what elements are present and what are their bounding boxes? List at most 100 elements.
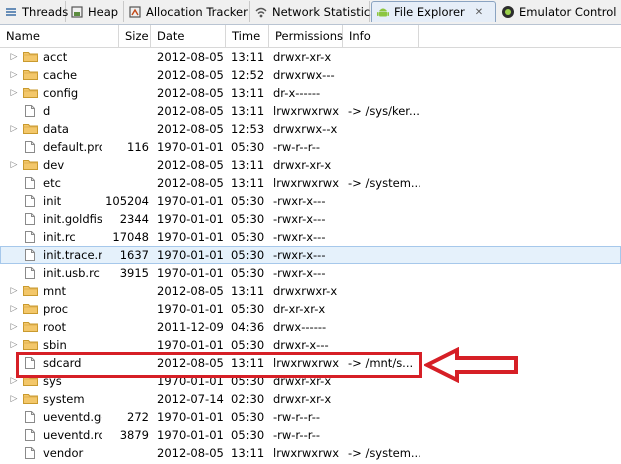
column-header-size[interactable]: Size <box>119 25 151 47</box>
column-header-date[interactable]: Date <box>151 25 226 47</box>
threads-icon <box>4 5 18 19</box>
file-permissions: lrwxrwxrwx <box>273 446 340 460</box>
column-header-name[interactable]: Name <box>0 25 119 47</box>
file-size: 1637 <box>119 248 149 262</box>
network-statistics-icon <box>254 5 268 19</box>
table-row[interactable]: default.pro 116 1970-01-01 05:30 -rw-r--… <box>0 138 621 156</box>
table-row[interactable]: ▷ system 2012-07-14 02:30 drwxr-xr-x <box>0 390 621 408</box>
column-header-permissions[interactable]: Permissions <box>269 25 343 47</box>
table-header: Name Size Date Time Permissions Info <box>0 25 621 48</box>
expand-toggle[interactable] <box>9 210 19 228</box>
tab-emulator-control[interactable]: Emulator Control <box>497 1 621 22</box>
allocation-tracker-icon <box>128 5 142 19</box>
file-info <box>348 192 420 210</box>
expand-arrow-icon[interactable]: ▷ <box>9 156 19 174</box>
file-icon <box>23 411 38 423</box>
table-row[interactable]: d 2012-08-05 13:11 lrwxrwxrwx -> /sys/ke… <box>0 102 621 120</box>
expand-toggle[interactable] <box>9 138 19 156</box>
file-icon <box>23 141 38 153</box>
file-name: proc <box>43 302 69 316</box>
expand-arrow-icon[interactable]: ▷ <box>9 66 19 84</box>
file-date: 1970-01-01 <box>157 212 224 226</box>
file-date: 2011-12-09 <box>157 320 224 334</box>
table-row[interactable]: init.trace.rc 1637 1970-01-01 05:30 -rwx… <box>0 246 621 264</box>
tab-file-explorer[interactable]: File Explorer ✕ <box>371 1 496 22</box>
expand-toggle[interactable] <box>9 408 19 426</box>
table-row[interactable]: vendor 2012-08-05 13:11 lrwxrwxrwx -> /s… <box>0 444 621 462</box>
close-tab-icon[interactable]: ✕ <box>475 7 483 18</box>
table-row[interactable]: etc 2012-08-05 13:11 lrwxrwxrwx -> /syst… <box>0 174 621 192</box>
table-row[interactable]: init 105204 1970-01-01 05:30 -rwxr-x--- <box>0 192 621 210</box>
file-name: config <box>43 86 79 100</box>
table-row[interactable]: ▷ dev 2012-08-05 13:11 drwxr-xr-x <box>0 156 621 174</box>
annotation-arrow <box>424 347 518 383</box>
expand-toggle[interactable] <box>9 264 19 282</box>
expand-toggle[interactable] <box>9 174 19 192</box>
file-name: dev <box>43 158 65 172</box>
expand-toggle[interactable] <box>9 228 19 246</box>
file-permissions: -rwxr-x--- <box>273 248 326 262</box>
table-row[interactable]: ▷ proc 1970-01-01 05:30 dr-xr-xr-x <box>0 300 621 318</box>
expand-arrow-icon[interactable]: ▷ <box>9 318 19 336</box>
tab-allocation-tracker[interactable]: Allocation Tracker <box>124 1 250 22</box>
expand-arrow-icon[interactable]: ▷ <box>9 300 19 318</box>
file-size <box>104 156 149 174</box>
folder-icon <box>23 51 38 63</box>
file-info: -> /sys/ker... <box>348 104 420 118</box>
file-size: 17048 <box>112 230 149 244</box>
tab-label: Threads <box>22 4 69 19</box>
table-row[interactable]: ▷ data 2012-08-05 12:53 drwxrwx--x <box>0 120 621 138</box>
file-date: 2012-08-05 <box>157 68 224 82</box>
table-row[interactable]: ueventd.gc 272 1970-01-01 05:30 -rw-r--r… <box>0 408 621 426</box>
file-info <box>348 66 420 84</box>
table-row[interactable]: ▷ cache 2012-08-05 12:52 drwxrwx--- <box>0 66 621 84</box>
file-info <box>348 300 420 318</box>
file-info <box>348 48 420 66</box>
file-icon <box>23 213 38 225</box>
file-time: 13:11 <box>231 284 265 298</box>
expand-toggle[interactable] <box>9 192 19 210</box>
table-row[interactable]: ▷ config 2012-08-05 13:11 dr-x------ <box>0 84 621 102</box>
table-row[interactable]: ▷ mnt 2012-08-05 13:11 drwxrwxr-x <box>0 282 621 300</box>
tab-label: Allocation Tracker <box>146 4 248 19</box>
expand-toggle[interactable] <box>9 102 19 120</box>
expand-toggle[interactable] <box>9 246 19 264</box>
file-permissions: lrwxrwxrwx <box>273 176 340 190</box>
expand-toggle[interactable] <box>9 444 19 462</box>
expand-arrow-icon[interactable]: ▷ <box>9 84 19 102</box>
expand-arrow-icon[interactable]: ▷ <box>9 48 19 66</box>
table-row[interactable]: init.goldfis 2344 1970-01-01 05:30 -rwxr… <box>0 210 621 228</box>
expand-arrow-icon[interactable]: ▷ <box>9 282 19 300</box>
folder-icon <box>23 123 38 135</box>
file-info <box>348 138 420 156</box>
file-name: acct <box>43 50 68 64</box>
column-header-time[interactable]: Time <box>226 25 269 47</box>
file-permissions: -rwxr-x--- <box>273 212 326 226</box>
expand-toggle[interactable] <box>9 426 19 444</box>
expand-arrow-icon[interactable]: ▷ <box>9 390 19 408</box>
file-size <box>104 102 149 120</box>
table-row[interactable]: ueventd.rc 3879 1970-01-01 05:30 -rw-r--… <box>0 426 621 444</box>
file-permissions: dr-xr-xr-x <box>273 302 326 316</box>
expand-arrow-icon[interactable]: ▷ <box>9 120 19 138</box>
table-row[interactable]: init.rc 17048 1970-01-01 05:30 -rwxr-x--… <box>0 228 621 246</box>
file-time: 13:11 <box>231 86 265 100</box>
table-row[interactable]: init.usb.rc 3915 1970-01-01 05:30 -rwxr-… <box>0 264 621 282</box>
file-permissions: drwxr-xr-x <box>273 50 332 64</box>
file-time: 05:30 <box>231 194 265 208</box>
column-header-info[interactable]: Info <box>343 25 419 47</box>
file-icon <box>23 447 38 459</box>
table-row[interactable]: ▷ root 2011-12-09 04:36 drwx------ <box>0 318 621 336</box>
file-size <box>104 84 149 102</box>
tab-network-statistics[interactable]: Network Statistics <box>250 1 376 22</box>
file-date: 1970-01-01 <box>157 194 224 208</box>
tab-threads[interactable]: Threads <box>0 1 69 22</box>
file-info <box>348 84 420 102</box>
file-size <box>104 120 149 138</box>
tab-heap[interactable]: Heap <box>66 1 124 22</box>
file-date: 2012-08-05 <box>157 50 224 64</box>
file-date: 1970-01-01 <box>157 410 224 424</box>
file-permissions: drwx------ <box>273 320 327 334</box>
file-info <box>348 282 420 300</box>
table-row[interactable]: ▷ acct 2012-08-05 13:11 drwxr-xr-x <box>0 48 621 66</box>
